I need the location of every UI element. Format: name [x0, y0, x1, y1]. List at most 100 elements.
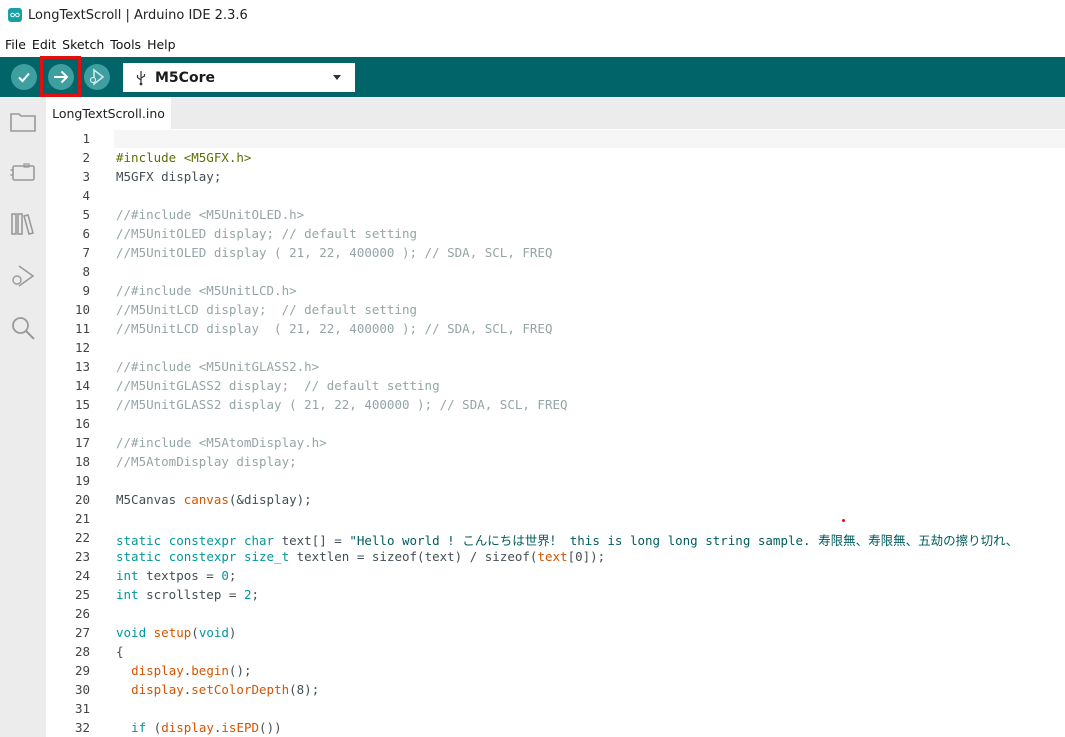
code-token: )	[228, 625, 237, 640]
code-token: //#include <M5UnitOLED.h>	[116, 207, 305, 222]
code-token: textlen = sizeof(text) / sizeof(	[289, 549, 538, 564]
board-selector[interactable]: M5Core	[123, 63, 355, 92]
code-editor[interactable]: 1 2 #include <M5GFX.h> 3 M5GFX display; 4 5//#…	[46, 129, 1065, 737]
code-line[interactable]: 1	[46, 131, 1065, 150]
verify-button[interactable]	[11, 64, 37, 90]
menu-tools[interactable]: Tools	[110, 37, 141, 52]
code-token: ();	[228, 663, 252, 678]
check-icon	[18, 72, 30, 83]
code-line[interactable]: 9 //#include <M5UnitLCD.h>	[46, 283, 1065, 302]
code-line[interactable]: 17 //#include <M5AtomDisplay.h>	[46, 435, 1065, 454]
code-line[interactable]: 6 //M5UnitOLED display; // default settin…	[46, 226, 1065, 245]
tab-longtextscroll[interactable]: LongTextScroll.ino	[46, 97, 171, 129]
code-token: void	[116, 625, 147, 640]
menu-edit[interactable]: Edit	[32, 37, 56, 52]
code-line[interactable]: 27 void setup(void)	[46, 625, 1065, 644]
code-token: (	[191, 625, 199, 640]
code-line[interactable]: 18 //M5AtomDisplay display;	[46, 454, 1065, 473]
code-line[interactable]: 30 display.setColorDepth(8);	[46, 682, 1065, 701]
code-line[interactable]: 7 //M5UnitOLED display ( 21, 22, 400000 )…	[46, 245, 1065, 264]
code-line[interactable]: 2 #include <M5GFX.h>	[46, 150, 1065, 169]
code-line[interactable]: 16	[46, 416, 1065, 435]
search-icon[interactable]	[10, 315, 36, 341]
line-number: 32	[74, 720, 90, 735]
code-token: ())	[259, 720, 282, 735]
code-token: //M5AtomDisplay display;	[116, 454, 297, 469]
code-line[interactable]: 13 //#include <M5UnitGLASS2.h>	[46, 359, 1065, 378]
board-name: M5Core	[155, 69, 215, 86]
line-number: 29	[74, 663, 90, 678]
code-line[interactable]: 10 //M5UnitLCD display; // default settin…	[46, 302, 1065, 321]
code-token: ;	[228, 568, 237, 583]
activity-sidebar	[0, 97, 46, 737]
code-line[interactable]: 31	[46, 701, 1065, 720]
menu-file[interactable]: File	[5, 37, 26, 52]
code-line[interactable]: 4	[46, 188, 1065, 207]
code-text: {	[116, 644, 124, 659]
line-number: 18	[74, 454, 90, 469]
code-line[interactable]: 32 if (display.isEPD())	[46, 720, 1065, 737]
usb-icon	[136, 70, 146, 85]
code-line[interactable]: 24 int textpos = 0;	[46, 568, 1065, 587]
code-token: M5Canvas	[116, 492, 184, 507]
code-line[interactable]: 21	[46, 511, 1065, 530]
code-token: display	[131, 682, 184, 697]
code-line[interactable]: 19	[46, 473, 1065, 492]
menu-sketch[interactable]: Sketch	[62, 37, 104, 52]
line-number: 13	[74, 359, 90, 374]
code-token: void	[198, 625, 229, 640]
code-line[interactable]: 28 {	[46, 644, 1065, 663]
debug-icon[interactable]	[10, 263, 36, 289]
line-number: 26	[74, 606, 90, 621]
code-line[interactable]: 26	[46, 606, 1065, 625]
code-token: int	[116, 568, 139, 583]
line-number: 23	[74, 549, 90, 564]
debug-button[interactable]	[84, 64, 110, 90]
code-token: //#include <M5AtomDisplay.h>	[116, 435, 327, 450]
code-text: //#include <M5UnitLCD.h>	[116, 283, 297, 298]
folder-icon[interactable]	[10, 109, 36, 135]
line-number: 31	[74, 701, 90, 716]
code-line[interactable]: 3 M5GFX display;	[46, 169, 1065, 188]
line-number: 1	[82, 131, 90, 146]
code-line[interactable]: 25 int scrollstep = 2;	[46, 587, 1065, 606]
code-line[interactable]: 15 //M5UnitGLASS2 display ( 21, 22, 40000…	[46, 397, 1065, 416]
code-line[interactable]: 11 //M5UnitLCD display ( 21, 22, 400000 )…	[46, 321, 1065, 340]
line-number: 2	[82, 150, 90, 165]
code-line[interactable]: 22 static constexpr char text[] = "Hello …	[46, 530, 1065, 549]
line-number: 30	[74, 682, 90, 697]
line-number: 16	[74, 416, 90, 431]
code-text: display.setColorDepth(8);	[116, 682, 319, 697]
code-line[interactable]: 5 //#include <M5UnitOLED.h>	[46, 207, 1065, 226]
code-line[interactable]: 8	[46, 264, 1065, 283]
code-line[interactable]: 23 static constexpr size_t textlen = size…	[46, 549, 1065, 568]
code-token: if	[131, 720, 147, 735]
library-icon[interactable]	[10, 211, 36, 237]
code-token: //M5UnitLCD display; // default setting	[116, 302, 418, 317]
code-token: //M5UnitLCD display ( 21, 22, 400000 ); …	[116, 321, 553, 336]
line-number: 28	[74, 644, 90, 659]
code-line[interactable]: 20 M5Canvas canvas(&display);	[46, 492, 1065, 511]
code-line[interactable]: 14 //M5UnitGLASS2 display; // default set…	[46, 378, 1065, 397]
line-number: 20	[74, 492, 90, 507]
board-manager-icon[interactable]	[10, 159, 36, 185]
code-text: //M5UnitGLASS2 display; // default setti…	[116, 378, 440, 393]
code-text: int textpos = 0;	[116, 568, 236, 583]
code-line[interactable]: 29 display.begin();	[46, 663, 1065, 682]
code-token: static	[116, 533, 162, 548]
line-number: 10	[74, 302, 90, 317]
menu-help[interactable]: Help	[147, 37, 176, 52]
menu-bar: File Edit Sketch Tools Help	[0, 34, 177, 54]
code-token: display	[131, 663, 184, 678]
line-number: 6	[82, 226, 90, 241]
line-number: 11	[74, 321, 90, 336]
line-number: 19	[74, 473, 90, 488]
line-number: 15	[74, 397, 90, 412]
code-token: isEPD	[221, 720, 260, 735]
code-token: //#include <M5UnitGLASS2.h>	[116, 359, 320, 374]
debug-icon	[89, 68, 105, 86]
code-line[interactable]: 12	[46, 340, 1065, 359]
code-token: ;	[251, 587, 259, 602]
